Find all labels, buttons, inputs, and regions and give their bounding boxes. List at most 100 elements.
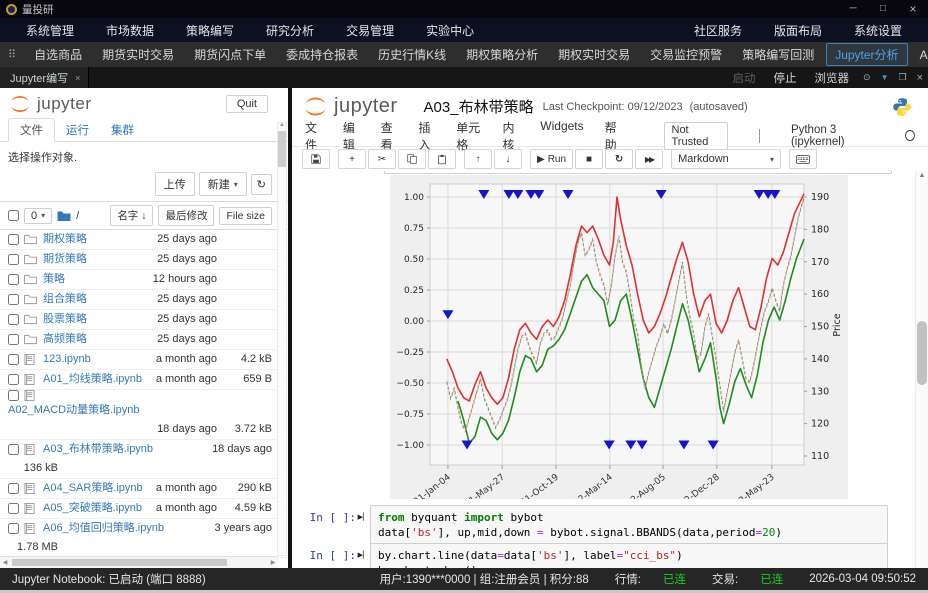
feature-tab-策略编写回测[interactable]: 策略编写回测 (734, 44, 822, 65)
file-row[interactable]: A01_均线策略.ipynba month ago659 B (0, 369, 288, 389)
file-name[interactable]: A05_突破策略.ipynb (43, 499, 142, 518)
menu-item[interactable]: 系统管理 (10, 22, 90, 39)
menu-item[interactable]: 策略编写 (170, 22, 250, 39)
popout-window-icon[interactable]: ❒ (898, 72, 906, 83)
row-checkbox[interactable] (8, 354, 19, 365)
save-button[interactable] (302, 149, 330, 169)
breadcrumb[interactable]: / (76, 210, 79, 222)
app-grid-icon[interactable]: ⠿ (8, 48, 16, 61)
sort-by-name-button[interactable]: 名字 ↓ (110, 205, 153, 226)
menu-item[interactable]: 研究分析 (250, 22, 330, 39)
feature-tab-期权实时交易[interactable]: 期权实时交易 (550, 44, 638, 65)
code-editor[interactable]: by.chart.line(data=data['bs'], label="cc… (370, 543, 888, 568)
refresh-button[interactable]: ↻ (251, 174, 272, 195)
row-checkbox[interactable] (8, 314, 19, 325)
sort-by-modified-button[interactable]: 最后修改 (158, 205, 214, 226)
row-checkbox[interactable] (8, 523, 19, 534)
menu-item[interactable]: 系统设置 (838, 22, 918, 39)
notebook-menu-内核[interactable]: 内核 (502, 119, 519, 153)
panel-close-icon[interactable]: × (917, 72, 923, 84)
file-name[interactable]: 组合策略 (43, 290, 87, 309)
file-name[interactable]: 策略 (43, 270, 65, 289)
file-row[interactable]: 123.ipynba month ago4.2 kB (0, 349, 288, 369)
command-palette-button[interactable] (789, 149, 817, 169)
notebook-menu-插入[interactable]: 插入 (418, 119, 435, 153)
scroll-up-icon[interactable]: ▲ (278, 122, 286, 128)
feature-tab-Jupyter分析[interactable]: Jupyter分析 (826, 43, 907, 66)
feature-tab-历史行情K线[interactable]: 历史行情K线 (370, 44, 454, 65)
menu-item[interactable]: 市场数据 (90, 22, 170, 39)
scroll-up-icon[interactable]: ▲ (916, 172, 928, 179)
row-checkbox[interactable] (8, 444, 19, 455)
row-checkbox[interactable] (8, 374, 19, 385)
notebook-menu-查看[interactable]: 查看 (381, 119, 398, 153)
notebook-menu-Widgets[interactable]: Widgets (540, 119, 583, 153)
cut-button[interactable]: ✂ (368, 149, 396, 169)
row-checkbox[interactable] (8, 234, 19, 245)
maximize-button[interactable]: □ (868, 0, 898, 18)
menu-item[interactable]: 版面布局 (758, 22, 838, 39)
tab-close-icon[interactable]: × (75, 73, 80, 83)
copy-button[interactable] (398, 149, 426, 169)
file-row[interactable]: 组合策略25 days ago (0, 289, 288, 309)
minimize-button[interactable]: ─ (838, 0, 868, 18)
move-up-button[interactable]: ↑ (464, 149, 492, 169)
restart-button[interactable]: ↻ (605, 149, 633, 169)
insert-below-button[interactable]: + (338, 149, 366, 169)
file-name[interactable]: A01_均线策略.ipynb (43, 370, 142, 389)
notebook-menu-帮助[interactable]: 帮助 (605, 119, 622, 153)
not-trusted-button[interactable]: Not Trusted (664, 122, 729, 150)
select-all-checkbox[interactable] (8, 210, 19, 221)
notebook-menu-单元格[interactable]: 单元格 (456, 119, 481, 153)
file-name[interactable]: 股票策略 (43, 310, 87, 329)
feature-tab-期权策略分析[interactable]: 期权策略分析 (458, 44, 546, 65)
scrollbar-thumb[interactable] (917, 321, 927, 385)
sort-by-size-button[interactable]: File size (219, 207, 272, 225)
feature-tab-AI智能助手[interactable]: AI智能助手 (912, 44, 928, 65)
file-name[interactable]: A02_MACD动量策略.ipynb (8, 401, 251, 420)
row-checkbox[interactable] (8, 294, 19, 305)
file-name[interactable]: 高频策略 (43, 330, 87, 349)
feature-tab-交易监控预警[interactable]: 交易监控预警 (642, 44, 730, 65)
file-row[interactable]: 高频策略25 days ago (0, 329, 288, 349)
new-button[interactable]: 新建 ▾ (199, 172, 247, 196)
file-name[interactable]: A06_均值回归策略.ipynb (43, 519, 164, 538)
upload-button[interactable]: 上传 (155, 172, 195, 196)
row-checkbox[interactable] (8, 274, 19, 285)
run-button[interactable]: ▶Run (530, 149, 573, 169)
feature-tab-期货实时交易[interactable]: 期货实时交易 (94, 44, 182, 65)
menu-item[interactable]: 社区服务 (678, 22, 758, 39)
quit-button[interactable]: Quit (226, 95, 268, 113)
sidebar-horizontal-scrollbar[interactable]: ◀ ▶ (0, 556, 278, 568)
interrupt-button[interactable]: ■ (575, 149, 603, 169)
file-row[interactable]: 策略12 hours ago (0, 269, 288, 289)
file-row[interactable]: 股票策略25 days ago (0, 309, 288, 329)
paste-button[interactable] (428, 149, 456, 169)
file-row[interactable]: A03_布林带策略.ipynb18 days ago136 kB (0, 439, 288, 478)
row-checkbox[interactable] (8, 254, 19, 265)
move-down-button[interactable]: ↓ (494, 149, 522, 169)
row-checkbox[interactable] (8, 503, 19, 514)
notebook-vertical-scrollbar[interactable]: ▲ (915, 171, 928, 568)
scroll-left-icon[interactable]: ◀ (0, 559, 10, 566)
close-button[interactable]: × (898, 0, 928, 18)
file-row[interactable]: A02_MACD动量策略.ipynb18 days ago3.72 kB (0, 389, 288, 439)
feature-tab-自选商品[interactable]: 自选商品 (26, 44, 90, 65)
file-row[interactable]: A06_均值回归策略.ipynb3 years ago1.78 MB (0, 518, 288, 557)
sidebar-tab-文件[interactable]: 文件 (8, 118, 55, 142)
restart-run-all-button[interactable]: ▶▶ (635, 149, 663, 169)
row-checkbox[interactable] (8, 334, 19, 345)
file-row[interactable]: 期货策略25 days ago (0, 249, 288, 269)
feature-tab-期货闪点下单[interactable]: 期货闪点下单 (186, 44, 274, 65)
sidebar-tab-集群[interactable]: 集群 (100, 119, 145, 141)
row-checkbox[interactable] (8, 483, 19, 494)
tab-jupyter-editor[interactable]: Jupyter编写 × (0, 67, 89, 88)
scroll-right-icon[interactable]: ▶ (268, 559, 278, 566)
file-row[interactable]: A04_SAR策略.ipynba month ago290 kB (0, 478, 288, 498)
file-row[interactable]: A05_突破策略.ipynba month ago4.59 kB (0, 498, 288, 518)
action-停止[interactable]: 停止 (774, 70, 797, 86)
sidebar-tab-运行[interactable]: 运行 (55, 119, 100, 141)
menu-item[interactable]: 实验中心 (410, 22, 490, 39)
action-浏览器[interactable]: 浏览器 (815, 70, 850, 86)
cell-type-select[interactable]: Markdown▾ (671, 149, 781, 169)
